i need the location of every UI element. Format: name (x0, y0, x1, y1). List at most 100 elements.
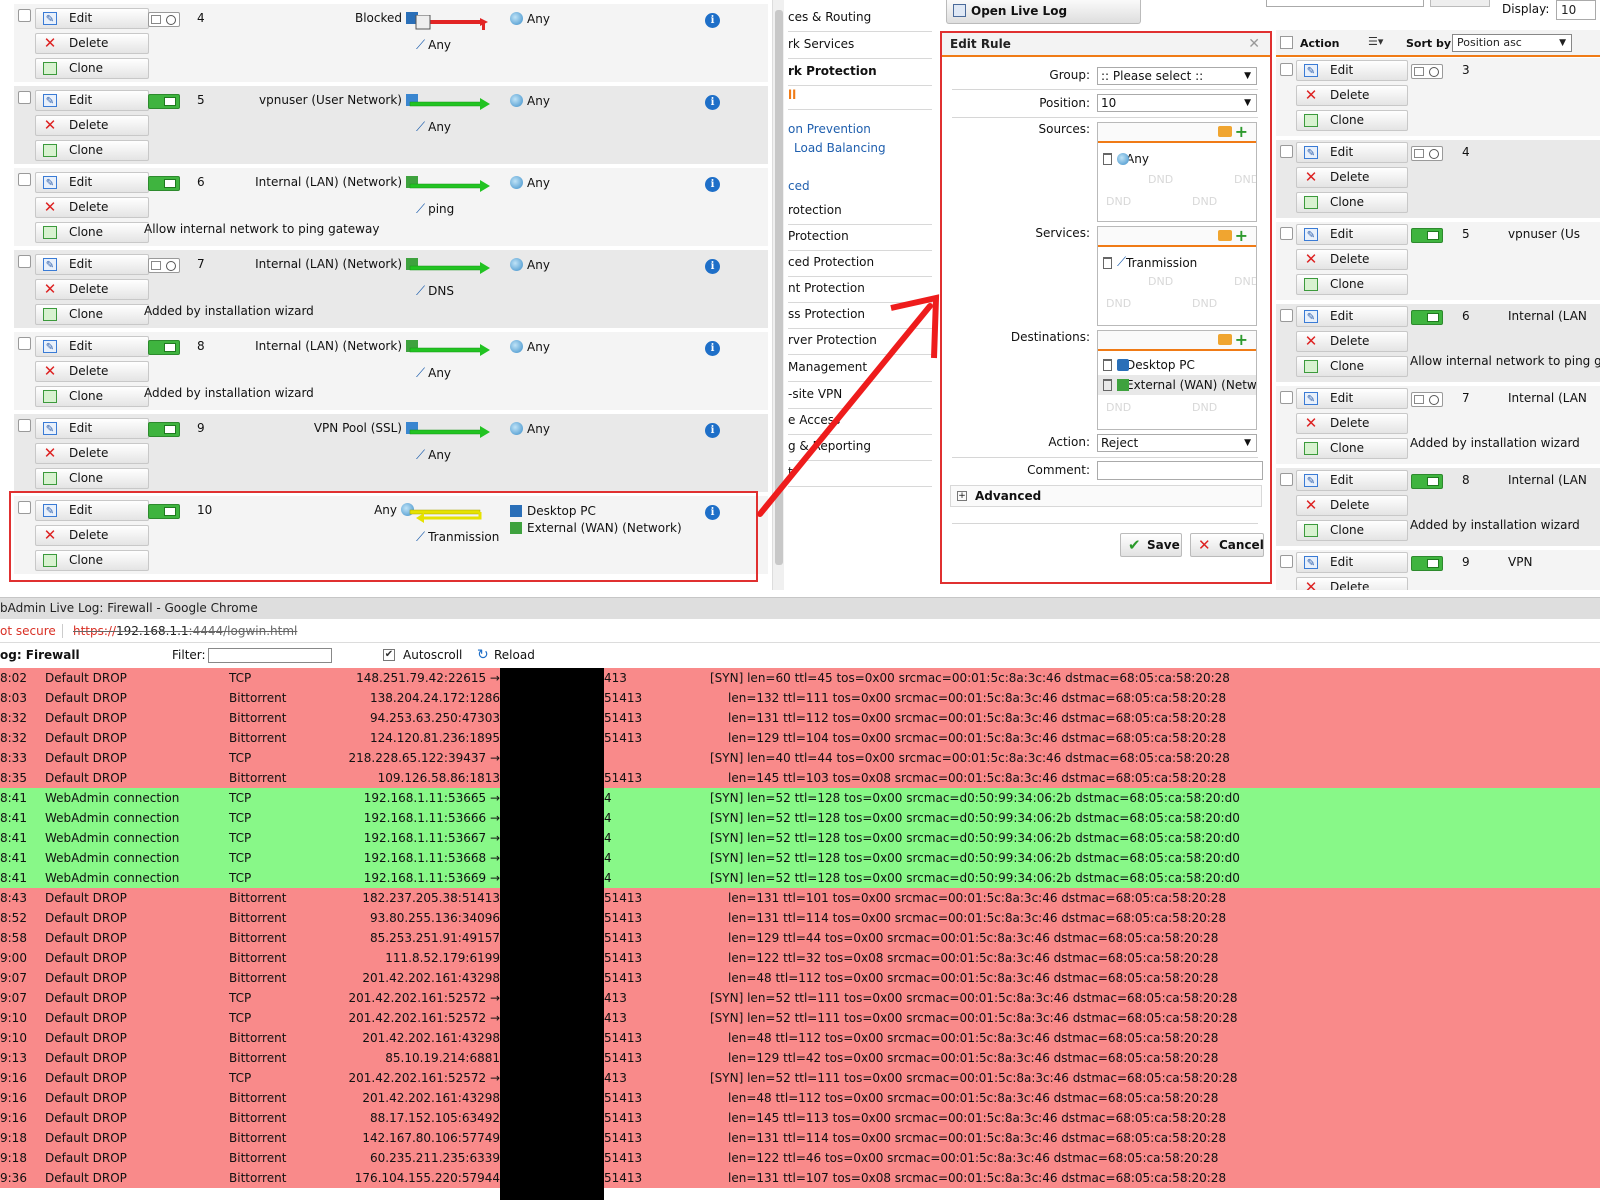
rule-checkbox[interactable] (18, 9, 31, 22)
log-entry[interactable]: 9:07 Default DROP Bittorrent 201.42.202.161… (0, 968, 1600, 988)
delete-button[interactable]: ✕ Delete (1296, 331, 1408, 352)
sidebar-item[interactable]: rotection (788, 199, 932, 225)
rule-checkbox[interactable] (1280, 391, 1293, 404)
trash-icon[interactable] (1103, 153, 1112, 165)
log-entry[interactable]: 8:32 Default DROP Bittorrent 124.120.81.236… (0, 728, 1600, 748)
clone-button[interactable]: Clone (1296, 274, 1408, 295)
delete-button[interactable]: ✕ Delete (35, 33, 149, 54)
clone-button[interactable]: Clone (35, 140, 149, 161)
destination-item[interactable]: Desktop PC (1098, 355, 1256, 375)
sidebar-item[interactable]: ced (788, 175, 932, 201)
edit-button[interactable]: ✎ Edit (1296, 224, 1408, 245)
plus-icon[interactable]: + (1235, 331, 1248, 349)
sidebar-item[interactable]: rver Protection (788, 329, 932, 355)
delete-button[interactable]: ✕ Delete (1296, 495, 1408, 516)
log-entry[interactable]: 9:36 Default DROP Bittorrent 176.104.155.22… (0, 1168, 1600, 1188)
log-entry[interactable]: 8:41 WebAdmin connection TCP 192.168.1.11:5… (0, 848, 1600, 868)
log-entry[interactable]: 8:02 Default DROP TCP 148.251.79.42:22615 →… (0, 668, 1600, 688)
delete-button[interactable]: ✕ Delete (1296, 249, 1408, 270)
log-entry[interactable]: 9:18 Default DROP Bittorrent 142.167.80.106… (0, 1128, 1600, 1148)
log-entry[interactable]: 9:18 Default DROP Bittorrent 60.235.211.235… (0, 1148, 1600, 1168)
log-entry[interactable]: 9:07 Default DROP TCP 201.42.202.161:52572 … (0, 988, 1600, 1008)
reload-icon[interactable]: ↻ (477, 643, 489, 667)
rule-toggle-on[interactable] (148, 94, 180, 109)
log-entry[interactable]: 8:35 Default DROP Bittorrent 109.126.58.86:… (0, 768, 1600, 788)
rule-toggle-on[interactable] (148, 340, 180, 355)
column-menu-icon[interactable]: ☰▾ (1368, 35, 1383, 48)
info-icon[interactable]: i (705, 95, 720, 110)
log-entry[interactable]: 8:32 Default DROP Bittorrent 94.253.63.250:… (0, 708, 1600, 728)
clone-button[interactable]: Clone (1296, 356, 1408, 377)
info-icon[interactable]: i (705, 423, 720, 438)
folder-icon[interactable] (1218, 230, 1232, 241)
log-entry[interactable]: 8:41 WebAdmin connection TCP 192.168.1.11:5… (0, 788, 1600, 808)
rule-toggle-on[interactable] (148, 422, 180, 437)
rule-toggle-on[interactable] (148, 176, 180, 191)
sidebar-item[interactable]: ss Protection (788, 303, 932, 329)
open-live-log-button[interactable]: Open Live Log (946, 0, 1141, 24)
info-icon[interactable]: i (705, 177, 720, 192)
cancel-button[interactable]: ✕ Cancel (1190, 533, 1264, 557)
clone-button[interactable]: Clone (1296, 520, 1408, 541)
folder-icon[interactable] (1218, 334, 1232, 345)
sidebar-item[interactable]: e Access (788, 409, 932, 435)
clone-button[interactable]: Clone (1296, 438, 1408, 459)
rule-toggle-on[interactable] (1411, 474, 1443, 489)
edit-button[interactable]: ✎ Edit (1296, 552, 1408, 573)
log-entry[interactable]: 8:41 WebAdmin connection TCP 192.168.1.11:5… (0, 828, 1600, 848)
sidebar-item[interactable]: rk Services (788, 33, 932, 59)
rule-checkbox[interactable] (18, 255, 31, 268)
advanced-section-toggle[interactable]: + Advanced (950, 485, 1262, 507)
clone-button[interactable]: Clone (35, 386, 149, 407)
delete-button[interactable]: ✕ Delete (1296, 85, 1408, 106)
clone-button[interactable]: Clone (35, 468, 149, 489)
scrollbar-thumb[interactable] (775, 10, 783, 565)
rule-toggle-off[interactable] (1411, 64, 1443, 79)
delete-button[interactable]: ✕ Delete (35, 361, 149, 382)
log-entry[interactable]: 9:16 Default DROP Bittorrent 201.42.202.161… (0, 1088, 1600, 1108)
rule-toggle-off[interactable] (148, 258, 180, 273)
rule-checkbox[interactable] (1280, 555, 1293, 568)
group-select[interactable]: :: Please select :: ▼ (1097, 67, 1257, 85)
rule-toggle-off[interactable] (148, 12, 180, 27)
log-entry[interactable]: 8:43 Default DROP Bittorrent 182.237.205.38… (0, 888, 1600, 908)
folder-icon[interactable] (1218, 126, 1232, 137)
comment-field[interactable] (1097, 461, 1263, 480)
clone-button[interactable]: Clone (1296, 110, 1408, 131)
info-icon[interactable]: i (705, 341, 720, 356)
delete-button[interactable]: ✕ Delete (35, 197, 149, 218)
destinations-box[interactable]: + Desktop PC External (WAN) (Netw DND DN… (1097, 330, 1257, 430)
rule-checkbox[interactable] (1280, 473, 1293, 486)
sidebar-item[interactable]: ces & Routing (788, 6, 932, 32)
log-entry[interactable]: 9:16 Default DROP Bittorrent 88.17.152.105:… (0, 1108, 1600, 1128)
clone-button[interactable]: Clone (35, 58, 149, 79)
destination-item[interactable]: External (WAN) (Netw (1098, 375, 1256, 395)
rule-checkbox[interactable] (18, 337, 31, 350)
info-icon[interactable]: i (705, 13, 720, 28)
sort-select[interactable]: Position asc ▼ (1452, 34, 1572, 52)
page-url[interactable]: https://192.168.1.1:4444/logwin.html (73, 619, 297, 643)
delete-button[interactable]: ✕ Delete (35, 115, 149, 136)
sidebar-item[interactable]: Protection (788, 225, 932, 251)
clone-button[interactable]: Clone (35, 304, 149, 325)
filter-field[interactable] (1266, 0, 1424, 7)
delete-button[interactable]: ✕ Delete (35, 443, 149, 464)
log-entry[interactable]: 9:10 Default DROP Bittorrent 201.42.202.161… (0, 1028, 1600, 1048)
sidebar-item[interactable]: Load Balancing (788, 137, 932, 163)
clone-button[interactable]: Clone (1296, 192, 1408, 213)
log-entry[interactable]: 8:41 WebAdmin connection TCP 192.168.1.11:5… (0, 868, 1600, 888)
log-entry[interactable]: 9:00 Default DROP Bittorrent 111.8.52.179:6… (0, 948, 1600, 968)
display-count-field[interactable]: 10 (1556, 0, 1596, 20)
trash-icon[interactable] (1103, 379, 1112, 391)
rule-toggle-on[interactable] (1411, 556, 1443, 571)
rule-toggle-on[interactable] (1411, 310, 1443, 325)
log-entry[interactable]: 9:16 Default DROP TCP 201.42.202.161:52572 … (0, 1068, 1600, 1088)
rule-checkbox[interactable] (1280, 63, 1293, 76)
rule-toggle-off[interactable] (1411, 146, 1443, 161)
service-item[interactable]: ⟋ Tranmission (1098, 253, 1256, 273)
rule-checkbox[interactable] (1280, 145, 1293, 158)
log-entry[interactable]: 9:10 Default DROP TCP 201.42.202.161:52572 … (0, 1008, 1600, 1028)
log-entry[interactable]: 8:41 WebAdmin connection TCP 192.168.1.11:5… (0, 808, 1600, 828)
edit-button[interactable]: ✎ Edit (1296, 470, 1408, 491)
rule-toggle-on[interactable] (1411, 228, 1443, 243)
